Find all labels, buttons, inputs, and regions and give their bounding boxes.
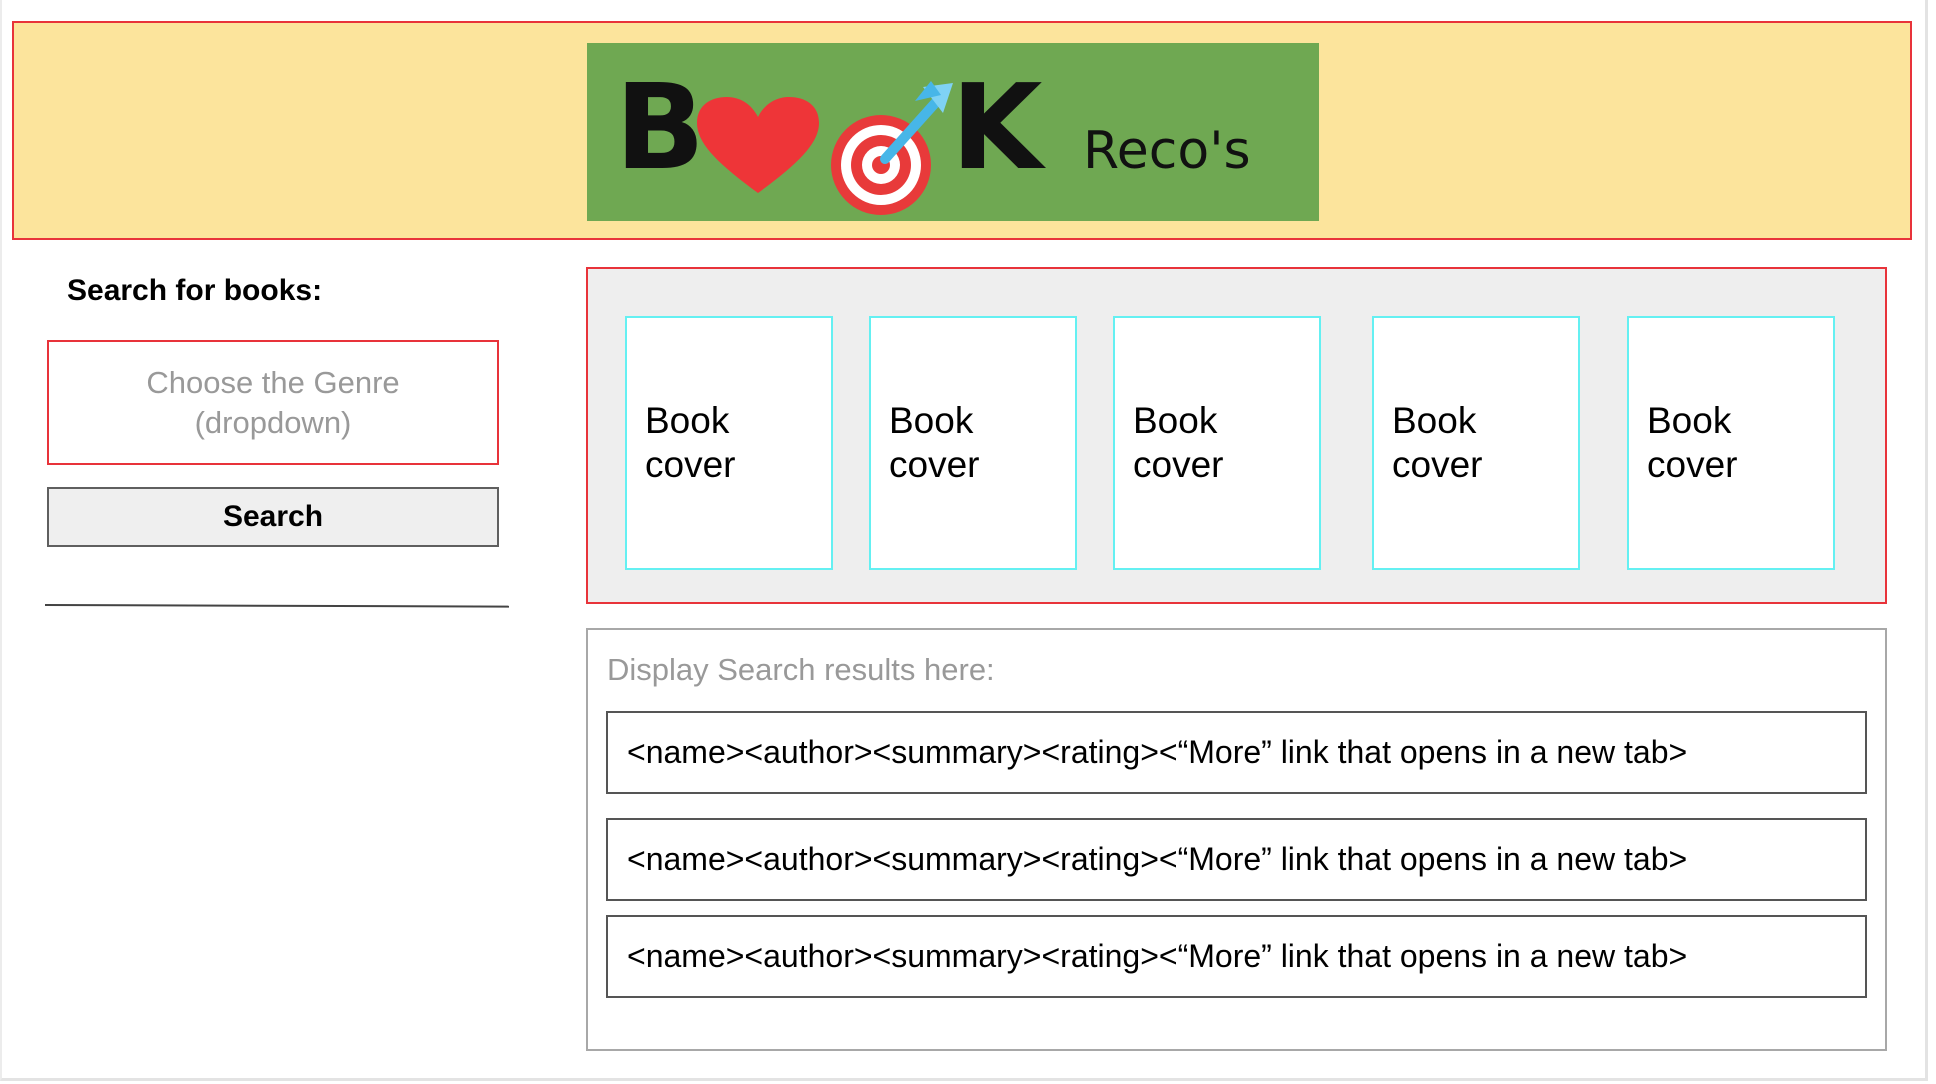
result-row[interactable]: <name><author><summary><rating><“More” l… (606, 711, 1867, 794)
heart-icon (697, 97, 819, 193)
book-cover[interactable]: Book cover (1372, 316, 1580, 570)
search-section-title: Search for books: (67, 274, 323, 307)
result-row[interactable]: <name><author><summary><rating><“More” l… (606, 818, 1867, 901)
result-row[interactable]: <name><author><summary><rating><“More” l… (606, 915, 1867, 998)
logo[interactable]: B K Reco's (587, 43, 1319, 221)
logo-letter-k: K (950, 58, 1045, 196)
book-cover[interactable]: Book cover (625, 316, 833, 570)
book-cover[interactable]: Book cover (1627, 316, 1835, 570)
search-button[interactable]: Search (47, 487, 499, 547)
logo-letter-b: B (615, 58, 707, 196)
genre-dropdown[interactable]: Choose the Genre (dropdown) (47, 340, 499, 465)
book-cover[interactable]: Book cover (869, 316, 1077, 570)
book-cover[interactable]: Book cover (1113, 316, 1321, 570)
search-results-panel: Display Search results here: <name><auth… (586, 628, 1887, 1051)
book-covers-panel: Book cover Book cover Book cover Book co… (586, 267, 1887, 604)
target-with-dart-icon (831, 81, 953, 215)
search-results-label: Display Search results here: (607, 652, 995, 687)
logo-tagline: Reco's (1083, 121, 1251, 181)
